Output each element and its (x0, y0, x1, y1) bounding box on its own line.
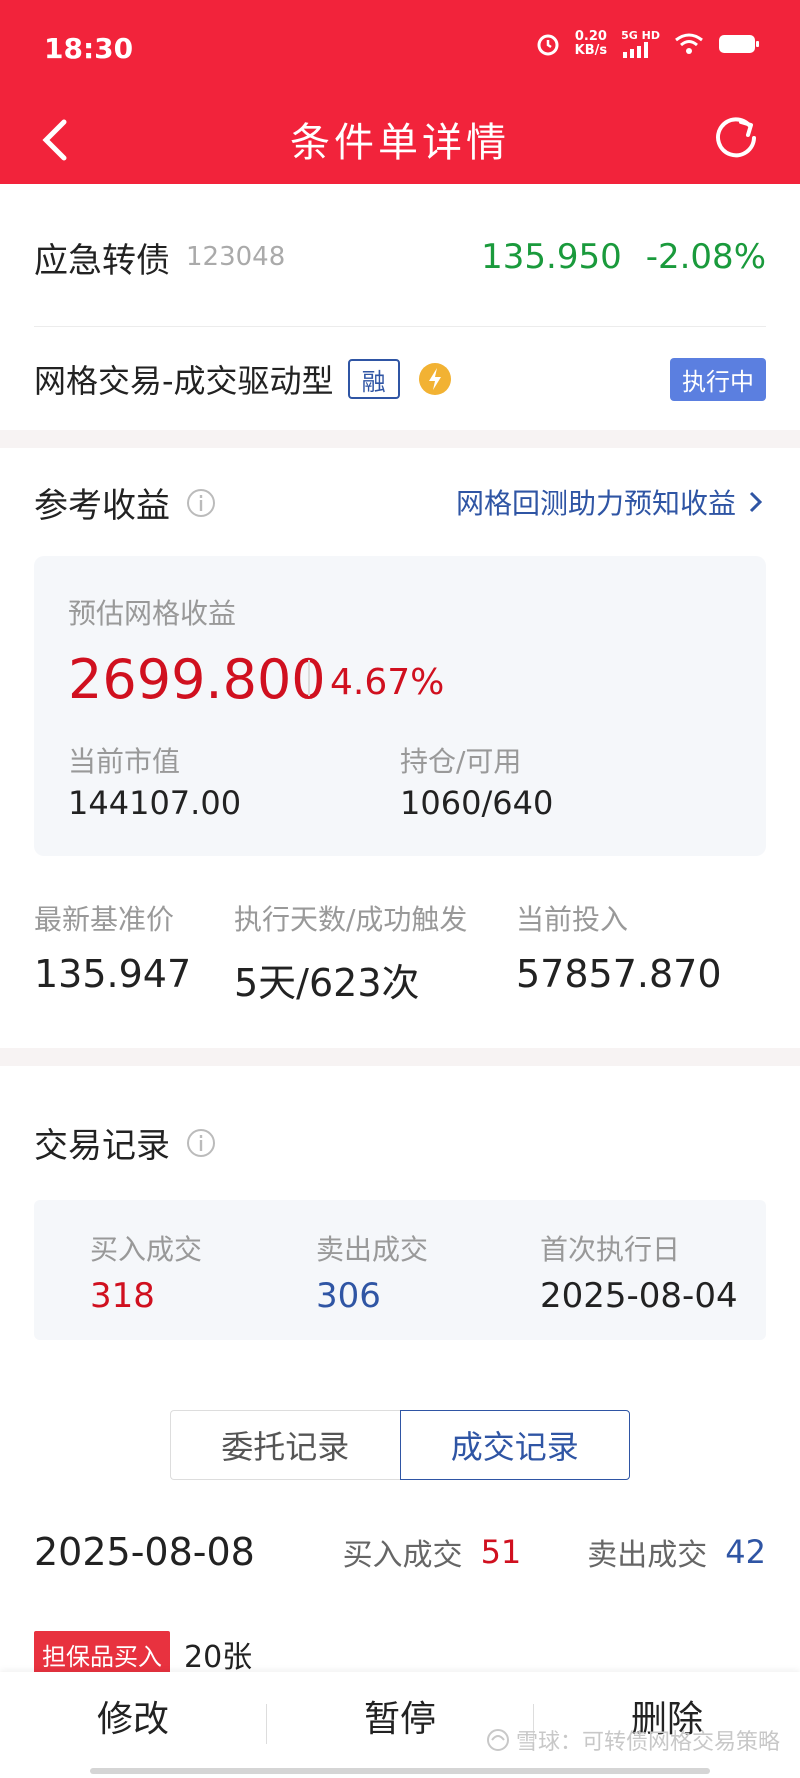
estimated-profit-rate: 4.67% (330, 662, 445, 703)
day-buy-count: 51 (480, 1533, 522, 1571)
tab-fills[interactable]: 成交记录 (399, 1410, 630, 1480)
day-date: 2025-08-08 (34, 1530, 255, 1574)
investment-label: 当前投入 (516, 903, 629, 936)
market-value: 144107.00 (68, 784, 242, 822)
day-sell-count: 42 (725, 1533, 766, 1571)
record-tabs: 委托记录 成交记录 (170, 1410, 630, 1480)
status-icons: 0.20 KB/s 5G HD (535, 30, 760, 58)
battery-icon (719, 35, 759, 53)
exec-days: 5天/623次 (234, 961, 420, 1005)
holding-value: 1060/640 (400, 784, 554, 822)
day-summary-row: 2025-08-08 买入成交 51 卖出成交 42 (34, 1526, 766, 1578)
profit-card: 预估网格收益 2699.800 4.67% 当前市值 144107.00 持仓/… (34, 556, 766, 856)
tab-orders[interactable]: 委托记录 (170, 1410, 400, 1480)
record-quantity: 20张 (184, 1640, 253, 1675)
list-item[interactable]: 担保品买入 20张 (34, 1630, 253, 1678)
day-buy-label: 买入成交 (342, 1538, 463, 1573)
strategy-row: 网格交易-成交驱动型 融 执行中 (34, 352, 766, 406)
bottom-action-bar: 修改 暂停 删除 雪球：可转债网格交易策略 (0, 1672, 800, 1778)
net-speed: 0.20 KB/s (575, 30, 607, 58)
status-badge: 执行中 (670, 357, 766, 401)
alarm-icon (537, 34, 559, 56)
exec-days-label: 执行天数/成功触发 (234, 903, 468, 936)
page-title: 条件单详情 (290, 120, 510, 166)
margin-tag: 融 (347, 359, 400, 399)
market-value-label: 当前市值 (68, 745, 181, 778)
reference-profit-title: 参考收益 (34, 478, 216, 527)
signal-icon (623, 42, 649, 58)
backtest-link[interactable]: 网格回测助力预知收益 (456, 482, 766, 522)
bond-name: 应急转债 (34, 240, 170, 281)
watermark-text: 雪球：可转债网格交易策略 (515, 1730, 780, 1755)
refresh-button[interactable] (710, 112, 762, 164)
net-type: 5G HD (621, 29, 660, 42)
watermark: 雪球：可转债网格交易策略 (486, 1724, 780, 1756)
profit-separator (308, 660, 310, 696)
buy-label: 买入成交 (90, 1233, 203, 1266)
net-speed-unit: KB/s (574, 43, 608, 58)
estimated-profit-amount: 2699.800 (68, 648, 326, 711)
first-date: 2025-08-04 (540, 1276, 738, 1316)
sell-label: 卖出成交 (316, 1233, 429, 1266)
base-price: 135.947 (34, 952, 192, 996)
backtest-link-label: 网格回测助力预知收益 (455, 487, 736, 520)
day-sell-label: 卖出成交 (587, 1538, 708, 1573)
bond-price: 135.950 (481, 237, 622, 277)
bond-code: 123048 (186, 242, 286, 272)
record-type-tag: 担保品买入 (34, 1630, 170, 1678)
base-price-label: 最新基准价 (34, 903, 175, 936)
status-time: 18:30 (44, 32, 134, 65)
bond-change: -2.08% (645, 237, 766, 277)
strategy-name: 网格交易-成交驱动型 (34, 362, 334, 400)
chevron-right-icon (749, 491, 763, 513)
divider (34, 326, 766, 327)
snowball-logo-icon (486, 1729, 509, 1751)
info-icon[interactable] (186, 1128, 216, 1158)
modify-button[interactable]: 修改 (0, 1690, 266, 1742)
bond-info-row: 应急转债 123048 135.950 -2.08% (34, 232, 766, 282)
section-gap (0, 1048, 800, 1066)
info-icon[interactable] (186, 488, 216, 518)
trade-records-label: 交易记录 (34, 1126, 170, 1166)
home-indicator[interactable] (90, 1768, 710, 1774)
wifi-icon (675, 33, 703, 54)
buy-count: 318 (90, 1276, 155, 1316)
signal-group: 5G HD (621, 30, 660, 58)
lightning-icon (418, 363, 451, 395)
holding-label: 持仓/可用 (400, 745, 522, 778)
estimated-profit-label: 预估网格收益 (68, 597, 237, 630)
sell-count: 306 (316, 1276, 381, 1316)
trade-summary-card: 买入成交 318 卖出成交 306 首次执行日 2025-08-04 (34, 1200, 766, 1340)
trade-records-title: 交易记录 (34, 1118, 216, 1167)
section-gap (0, 430, 800, 448)
reference-profit-label: 参考收益 (34, 486, 170, 526)
header-bar: 18:30 0.20 KB/s 5G HD 条件单详情 (0, 0, 800, 184)
investment: 57857.870 (516, 952, 722, 996)
net-speed-value: 0.20 (574, 29, 607, 44)
first-date-label: 首次执行日 (540, 1233, 681, 1266)
